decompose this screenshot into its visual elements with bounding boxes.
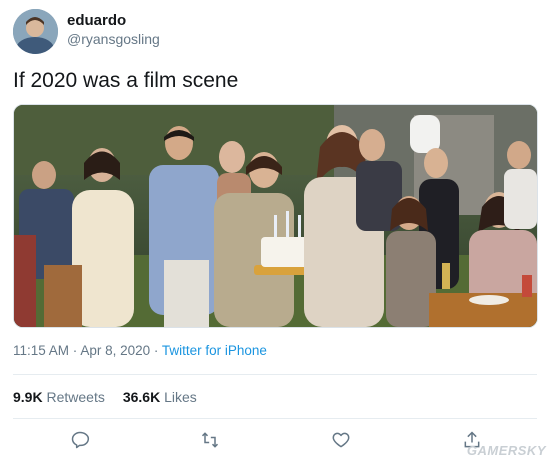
heart-icon [332, 432, 350, 448]
tweet-date[interactable]: Apr 8, 2020 [80, 343, 150, 358]
retweets-count: 9.9K [13, 389, 43, 405]
likes-stat[interactable]: 36.6K Likes [123, 389, 197, 405]
retweet-icon [201, 432, 219, 448]
meta-separator: · [150, 343, 162, 358]
reply-icon [71, 431, 90, 449]
divider [13, 418, 537, 419]
tweet-text: If 2020 was a film scene [13, 69, 239, 92]
avatar[interactable] [13, 9, 58, 54]
avatar-image [13, 9, 58, 54]
meta-separator: · [69, 343, 81, 358]
tweet-image[interactable] [13, 104, 538, 328]
user-handle[interactable]: @ryansgosling [67, 31, 160, 47]
tweet-source[interactable]: Twitter for iPhone [162, 343, 267, 358]
tweet-meta: 11:15 AM · Apr 8, 2020 · Twitter for iPh… [13, 343, 267, 358]
tweet-stats: 9.9K Retweets 36.6K Likes [13, 389, 197, 405]
watermark: GAMERSKY [466, 443, 546, 458]
reply-button[interactable] [68, 428, 92, 452]
likes-count: 36.6K [122, 389, 161, 405]
likes-label: Likes [164, 389, 197, 405]
divider [13, 374, 537, 375]
tweet-time[interactable]: 11:15 AM [13, 343, 69, 358]
retweets-stat[interactable]: 9.9K Retweets [13, 389, 105, 405]
retweets-label: Retweets [46, 389, 105, 405]
display-name[interactable]: eduardo [67, 12, 126, 29]
retweet-button[interactable] [198, 428, 222, 452]
film-scene-image [14, 105, 537, 327]
like-button[interactable] [329, 428, 353, 452]
